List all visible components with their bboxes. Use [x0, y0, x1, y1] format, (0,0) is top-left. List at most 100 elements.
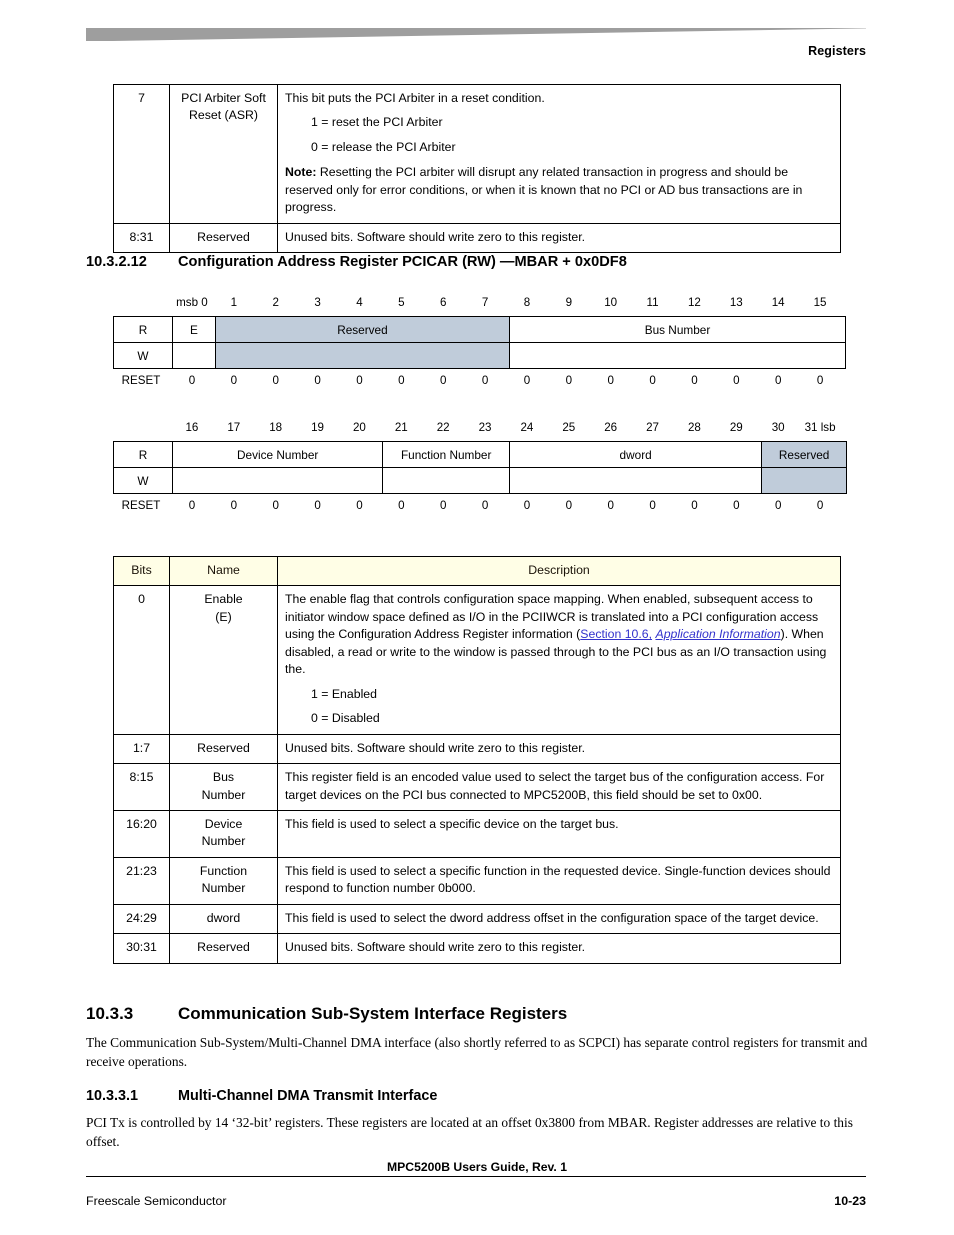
reset-value: 0 — [314, 499, 321, 512]
desc-paragraph: The enable flag that controls configurat… — [285, 591, 833, 678]
register-field-cell: E — [172, 316, 216, 343]
bit-number-label: 27 — [646, 421, 660, 434]
reset-value: 0 — [607, 374, 614, 387]
register-field-cell-write — [172, 342, 216, 369]
register-field-cell: Reserved — [761, 441, 847, 468]
name-line-2: Number — [201, 834, 246, 849]
reset-value: 0 — [439, 499, 447, 512]
table-row: 24:29 dword This field is used to select… — [113, 903, 841, 935]
bit-number-label: 17 — [227, 421, 241, 434]
name-cell: Reserved — [169, 733, 278, 765]
table-row: 8:15 Bus Number This register field is a… — [113, 763, 841, 811]
bit-number-label: 22 — [436, 421, 450, 434]
register-field-label: Bus Number — [644, 322, 711, 337]
write-label-cell: W — [113, 467, 173, 494]
section-title: Multi-Channel DMA Transmit Interface — [178, 1088, 438, 1104]
register-field-cell-write — [761, 467, 847, 494]
register-field-label: Reserved — [778, 447, 830, 462]
description-cell: This bit puts the PCI Arbiter in a reset… — [277, 84, 841, 224]
register-field-cell: Function Number — [382, 441, 510, 468]
table-row: 0 Enable (E) The enable flag that contro… — [113, 585, 841, 735]
bit-number-label: 7 — [481, 296, 489, 309]
reset-value-row: RESET 0 0 0 0 0 0 0 0 0 0 0 0 0 0 0 0 — [113, 374, 841, 396]
bit-number-label: 9 — [565, 296, 573, 309]
cross-reference-link[interactable]: Section 10.6, — [580, 627, 652, 641]
bit-number-label: 21 — [394, 421, 408, 434]
reset-value: 0 — [356, 499, 363, 512]
section-number: 10.3.2.12 — [86, 254, 147, 270]
name-cell: dword — [169, 903, 278, 935]
bit-number-label: 31 lsb — [804, 421, 836, 434]
name-line-2: Number — [201, 787, 246, 802]
register-field-cell-write — [214, 342, 511, 369]
bit-number-row: 16 17 18 19 20 21 22 23 24 25 26 27 28 29 30 31 lsb — [113, 421, 841, 441]
bit-number-label: 11 — [646, 296, 659, 309]
section-number: 10.3.3.1 — [86, 1088, 139, 1104]
desc-option-0: 0 = Disabled — [311, 711, 380, 726]
register-read-row: R Device Number Function Number dword Reser… — [113, 441, 847, 468]
page-header: Registers — [0, 0, 954, 70]
reset-value-row: RESET 0 0 0 0 0 0 0 0 0 0 0 0 0 0 0 0 — [113, 499, 841, 521]
desc-option-1: 1 = Enabled — [311, 686, 377, 701]
bit-number-label: 20 — [352, 421, 366, 434]
reset-value: 0 — [691, 374, 698, 387]
register-diagram-upper: msb 0 1 2 3 4 5 6 7 8 9 10 11 12 13 14 15 R E Reserved Bu… — [113, 296, 846, 396]
read-label-cell: R — [113, 316, 173, 343]
register-field-label: dword — [619, 447, 652, 462]
section-heading-10-3-3-1: 10.3.3.1 Multi-Channel DMA Transmit Inter… — [86, 1088, 437, 1104]
register-field-label: Function Number — [400, 447, 492, 462]
cross-reference-link-italic[interactable]: Application Information — [656, 627, 781, 641]
bit-number-label: 3 — [314, 296, 321, 309]
reset-value: 0 — [607, 499, 614, 512]
reset-value: 0 — [774, 499, 782, 512]
bit-number-label: 26 — [604, 421, 618, 434]
name-line-2: Number — [201, 881, 246, 896]
register-field-cell-write — [508, 467, 763, 494]
register-field-cell-write — [382, 467, 510, 494]
name-line-1: Bus — [212, 770, 235, 785]
reset-value: 0 — [481, 499, 489, 512]
reset-value: 0 — [565, 374, 573, 387]
bits-cell: 16:20 — [113, 809, 170, 858]
register-field-label: Reserved — [337, 322, 388, 337]
running-header-title: Registers — [808, 44, 866, 58]
description-cell: Unused bits. Software should write zero … — [277, 222, 841, 254]
section-10-3-3-1-body: PCI Tx is controlled by 14 ‘32-bit’ regi… — [86, 1115, 853, 1149]
footer-divider — [86, 1176, 866, 1177]
bits-cell: 30:31 — [113, 933, 170, 964]
register-field-cell: Reserved — [214, 316, 511, 343]
reset-value: 0 — [398, 499, 405, 512]
table-row: 21:23 Function Number This field is used… — [113, 856, 841, 905]
name-cell: Enable (E) — [169, 585, 278, 735]
reset-value: 0 — [816, 499, 824, 512]
note-text: Resetting the PCI arbiter will disrupt a… — [285, 165, 803, 215]
column-header-name: Name — [169, 555, 278, 587]
reset-value: 0 — [649, 374, 656, 387]
reset-value: 0 — [816, 374, 824, 387]
bit-number-label: 30 — [771, 421, 785, 434]
name-cell: Reserved — [169, 222, 278, 254]
reset-value: 0 — [356, 374, 363, 387]
reset-value: 0 — [733, 374, 740, 387]
desc-intro: This bit puts the PCI Arbiter in a reset… — [285, 91, 545, 105]
register-field-cell: dword — [508, 441, 763, 468]
bit-number-label: 6 — [439, 296, 447, 309]
column-header-bits: Bits — [113, 555, 170, 587]
name-line-2: Reset (ASR) — [188, 108, 258, 123]
reset-value: 0 — [481, 374, 489, 387]
bit-number-label: 15 — [813, 296, 827, 309]
description-cell: This register field is an encoded value … — [277, 763, 841, 811]
bit-number-label: 28 — [687, 421, 701, 434]
bit-number-label: 29 — [729, 421, 743, 434]
table-row: 30:31 Reserved Unused bits. Software sho… — [113, 933, 841, 964]
register-field-label: Device Number — [237, 447, 319, 462]
reset-value: 0 — [691, 499, 698, 512]
write-label-cell: W — [113, 342, 173, 369]
read-label-cell: R — [113, 441, 173, 468]
register-field-cell-write — [509, 342, 846, 369]
reset-label: RESET — [121, 374, 161, 387]
register-field-cell-write — [171, 467, 384, 494]
header-banner-bar — [86, 28, 866, 41]
section-title: Configuration Address Register PCICAR (R… — [178, 254, 627, 270]
name-cell: PCI Arbiter Soft Reset (ASR) — [169, 84, 278, 224]
